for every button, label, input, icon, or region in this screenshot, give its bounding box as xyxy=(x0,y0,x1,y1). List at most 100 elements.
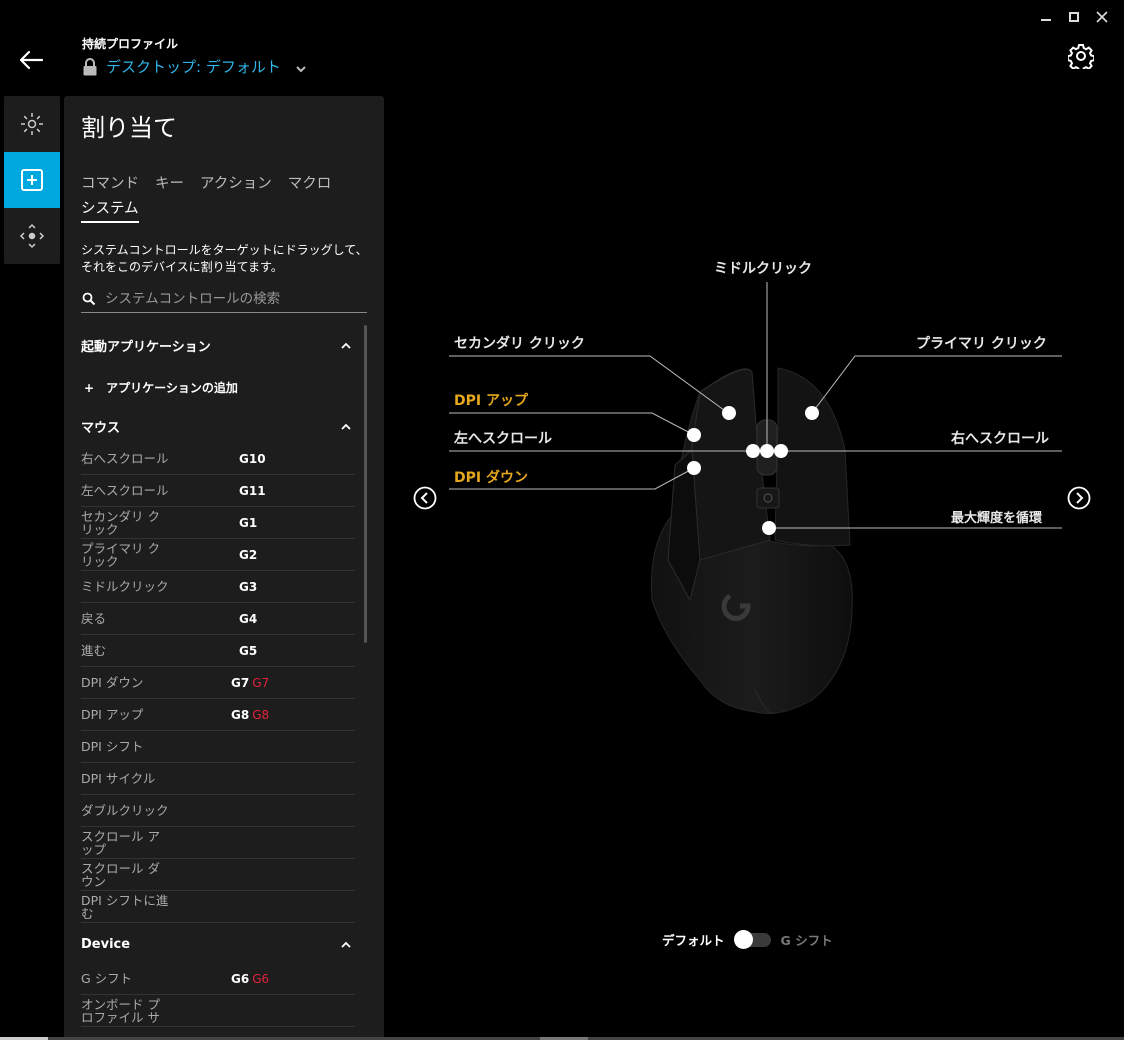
caret-up-icon xyxy=(341,342,351,349)
g-key-assignment xyxy=(239,900,299,914)
gshift-label: G シフト xyxy=(780,933,833,948)
left-rail xyxy=(4,96,60,264)
tab-macros[interactable]: マクロ xyxy=(288,172,332,193)
g-key-assignment: G1 xyxy=(239,516,299,530)
list-item[interactable]: スクロール ア ップ xyxy=(81,827,355,859)
label-brightness-cycle[interactable]: 最大輝度を循環 xyxy=(951,507,1042,526)
g-key-label: G4 xyxy=(239,611,258,626)
list-item[interactable]: スクロール ダ ウン xyxy=(81,859,355,891)
list-item-name: スクロール ア ップ xyxy=(81,828,160,857)
caret-up-icon xyxy=(341,941,351,948)
add-application-label: アプリケーションの追加 xyxy=(106,381,238,395)
list-item[interactable]: 戻る G4 xyxy=(81,603,355,635)
tab-system[interactable]: システム xyxy=(81,197,139,223)
label-scroll-right[interactable]: 右へスクロール xyxy=(951,428,1049,448)
previous-arrow-icon[interactable] xyxy=(413,486,437,510)
hotspot-brightness[interactable] xyxy=(762,521,776,535)
caret-up-icon xyxy=(341,423,351,430)
list-item[interactable]: DPI シフト xyxy=(81,731,355,763)
toggle-knob xyxy=(733,930,753,949)
list-item-name: 左へスクロール xyxy=(81,483,169,498)
assignment-tabs: コマンド キー アクション マクロ システム xyxy=(81,168,371,224)
hotspot-secondary[interactable] xyxy=(722,406,736,420)
next-arrow-icon[interactable] xyxy=(1067,486,1091,510)
tab-actions[interactable]: アクション xyxy=(200,172,272,193)
list-item[interactable]: DPI サイクル xyxy=(81,763,355,795)
settings-gear-icon[interactable] xyxy=(1068,43,1094,69)
mouse-image xyxy=(650,367,853,715)
panel-scrollbar[interactable] xyxy=(364,325,367,643)
g-key-assignment: G11 xyxy=(239,484,299,498)
g-key-assignment: G3 xyxy=(239,580,299,594)
section-device-header[interactable]: Device xyxy=(81,937,351,952)
search-icon xyxy=(82,292,96,306)
list-item[interactable]: 進む G5 xyxy=(81,635,355,667)
hotspot-dpi-up[interactable] xyxy=(687,428,701,442)
tab-commands[interactable]: コマンド xyxy=(81,172,139,193)
g-key-assignment: G8 G8 xyxy=(231,708,291,722)
label-dpi-up[interactable]: DPI アップ xyxy=(454,390,528,410)
list-item-name: ミドルクリック xyxy=(81,579,169,594)
label-scroll-left[interactable]: 左へスクロール xyxy=(454,428,552,448)
gshift-toggle[interactable] xyxy=(733,930,771,949)
rail-assignments[interactable] xyxy=(4,152,60,208)
list-item[interactable]: ミドルクリック G3 xyxy=(81,571,355,603)
label-dpi-down[interactable]: DPI ダウン xyxy=(454,467,528,487)
hotspot-scroll-right[interactable] xyxy=(774,444,788,458)
list-item-name: DPI ダウン xyxy=(81,675,144,690)
close-icon xyxy=(1096,11,1108,23)
list-item[interactable]: DPI アップ G8 G8 xyxy=(81,699,355,731)
list-item[interactable]: プライマリ ク リック G2 xyxy=(81,539,355,571)
list-item[interactable]: 左へスクロール G11 xyxy=(81,475,355,507)
hotspot-dpi-down[interactable] xyxy=(687,461,701,475)
profile-label: 持続プロファイル xyxy=(82,37,179,51)
close-button[interactable] xyxy=(1088,6,1116,28)
panel-description: システムコントロールをターゲットにドラッグして、それをこのデバイスに割り当てます… xyxy=(81,243,368,274)
list-item[interactable]: ダブルクリック xyxy=(81,795,355,827)
g-key-assignment: G6 G6 xyxy=(231,972,291,986)
lighting-sun-icon xyxy=(21,113,43,135)
hotspot-middle[interactable] xyxy=(760,444,774,458)
section-apps-header[interactable]: 起動アプリケーション xyxy=(81,336,351,355)
section-mouse-header[interactable]: マウス xyxy=(81,417,351,436)
tab-keys[interactable]: キー xyxy=(155,172,184,193)
profile-selector[interactable]: デスクトップ: デフォルト xyxy=(82,56,307,77)
list-item[interactable]: DPI ダウン G7 G7 xyxy=(81,667,355,699)
list-item[interactable]: 右へスクロール G10 xyxy=(81,443,355,475)
g-key-assignment xyxy=(239,868,299,882)
rail-sensitivity[interactable] xyxy=(4,208,60,264)
rail-lighting[interactable] xyxy=(4,96,60,152)
list-item-name: 戻る xyxy=(81,611,107,626)
list-item[interactable]: DPI シフトに進 む xyxy=(81,891,355,923)
label-secondary-click[interactable]: セカンダリ クリック xyxy=(454,333,585,353)
g-key-label: G3 xyxy=(239,579,258,594)
list-item[interactable]: オンボード プ ロファイル サ xyxy=(81,995,355,1027)
minimize-button[interactable] xyxy=(1032,6,1060,28)
label-primary-click[interactable]: プライマリ クリック xyxy=(916,333,1047,353)
g-key-assignment xyxy=(239,804,299,818)
list-item-name: 右へスクロール xyxy=(81,451,169,466)
list-item-name: プライマリ ク リック xyxy=(81,540,160,569)
g-key-label: G1 xyxy=(239,515,258,530)
list-item[interactable]: セカンダリ ク リック G1 xyxy=(81,507,355,539)
maximize-button[interactable] xyxy=(1060,6,1088,28)
hotspot-scroll-left[interactable] xyxy=(746,444,760,458)
plus-icon: + xyxy=(84,380,95,395)
chevron-down-icon xyxy=(296,65,306,72)
list-item-name: G シフト xyxy=(81,971,133,986)
default-label: デフォルト xyxy=(662,933,725,948)
dpi-move-icon xyxy=(19,223,45,249)
list-item-name: DPI シフト xyxy=(81,739,144,754)
section-mouse-title: マウス xyxy=(81,421,121,436)
list-item-name: DPI シフトに進 む xyxy=(81,892,169,921)
hotspot-primary[interactable] xyxy=(805,406,819,420)
search-input[interactable] xyxy=(105,291,355,307)
label-middle-click[interactable]: ミドルクリック xyxy=(714,258,812,278)
list-item-name: DPI アップ xyxy=(81,707,144,722)
add-application-button[interactable]: + アプリケーションの追加 xyxy=(84,379,238,396)
back-button[interactable] xyxy=(18,48,44,72)
list-item[interactable]: G シフト G6 G6 xyxy=(81,963,355,995)
panel-title: 割り当て xyxy=(81,114,177,142)
section-device-title: Device xyxy=(81,937,131,952)
g-key-label: G5 xyxy=(239,643,258,658)
